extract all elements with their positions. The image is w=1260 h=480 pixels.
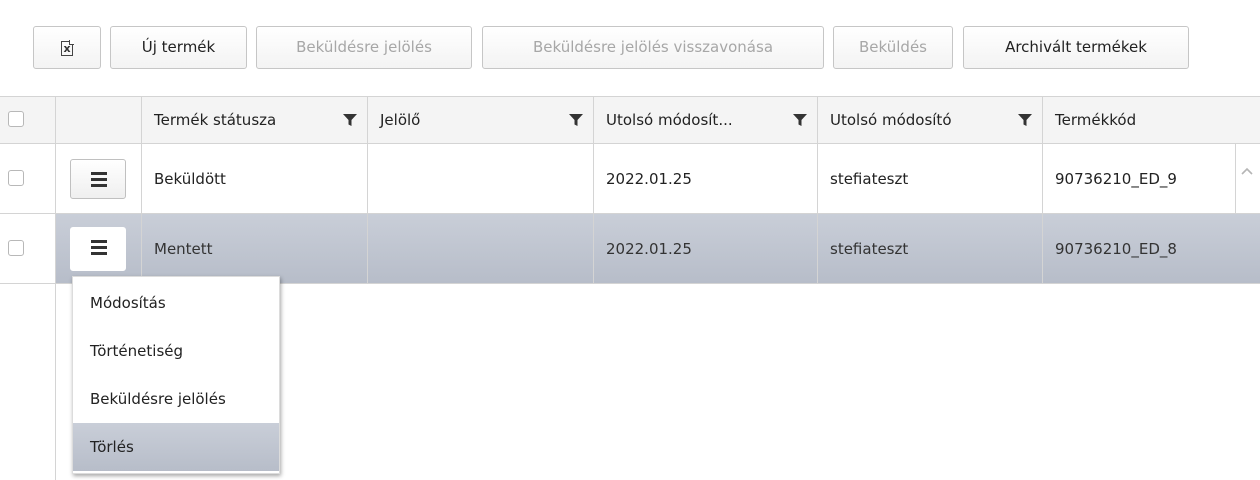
cell-last-modified: 2022.01.25: [594, 214, 818, 283]
filter-icon[interactable]: [793, 113, 807, 127]
filter-icon[interactable]: [569, 113, 583, 127]
excel-export-button[interactable]: x: [33, 26, 101, 69]
revoke-mark-for-submission-button[interactable]: Beküldésre jelölés visszavonása: [482, 26, 824, 69]
scroll-up-icon[interactable]: [1240, 164, 1254, 178]
cell-status: Beküldött: [142, 144, 368, 213]
cell-status: Mentett: [142, 214, 368, 283]
header-select-cell: [0, 97, 56, 143]
row-checkbox[interactable]: [8, 170, 24, 186]
row-actions-cell: [56, 144, 142, 213]
row-menu-button[interactable]: [70, 159, 126, 199]
row-select-cell: [0, 214, 56, 283]
submit-button[interactable]: Beküldés: [833, 26, 953, 69]
toolbar: x Új termék Beküldésre jelölés Beküldésr…: [0, 0, 1260, 96]
cell-product-code: 90736210_ED_8: [1055, 240, 1177, 258]
menu-item-delete[interactable]: Törlés: [73, 423, 279, 471]
column-header-label: Utolsó módosít...: [606, 111, 733, 129]
table-row[interactable]: Beküldött 2022.01.25 stefiateszt 9073621…: [0, 144, 1260, 214]
cell-last-modifier: stefiateszt: [818, 144, 1043, 213]
column-header-label: Jelölő: [380, 111, 421, 129]
column-header-product-code[interactable]: Termékkód: [1043, 97, 1260, 143]
column-header-label: Utolsó módosító: [830, 111, 952, 129]
grid-divider: [55, 284, 56, 480]
row-select-cell: [0, 144, 56, 213]
column-header-last-modifier[interactable]: Utolsó módosító: [818, 97, 1043, 143]
select-all-checkbox[interactable]: [8, 111, 24, 127]
menu-item-mark-for-submission[interactable]: Beküldésre jelölés: [73, 375, 279, 423]
row-menu-button[interactable]: [70, 227, 126, 271]
cell-last-modifier: stefiateszt: [818, 214, 1043, 283]
cell-marker: [368, 214, 594, 283]
column-header-marker[interactable]: Jelölő: [368, 97, 594, 143]
cell-last-modified: 2022.01.25: [594, 144, 818, 213]
column-header-status[interactable]: Termék státusza: [142, 97, 368, 143]
hamburger-icon: [91, 240, 107, 258]
excel-export-icon: x: [61, 40, 74, 56]
header-actions-cell: [56, 97, 142, 143]
row-actions-cell: [56, 214, 142, 283]
new-product-button[interactable]: Új termék: [110, 26, 247, 69]
column-header-label: Termékkód: [1055, 111, 1137, 129]
cell-product-code: 90736210_ED_9: [1043, 144, 1236, 213]
menu-item-modify[interactable]: Módosítás: [73, 279, 279, 327]
archived-products-button[interactable]: Archivált termékek: [963, 26, 1189, 69]
grid-header: Termék státusza Jelölő Utolsó módosít...…: [0, 96, 1260, 144]
mark-for-submission-button[interactable]: Beküldésre jelölés: [256, 26, 472, 69]
product-list-page: x Új termék Beküldésre jelölés Beküldésr…: [0, 0, 1260, 480]
table-row[interactable]: Mentett 2022.01.25 stefiateszt 90736210_…: [0, 214, 1260, 284]
hamburger-icon: [91, 172, 107, 190]
row-context-menu: Módosítás Történetiség Beküldésre jelölé…: [72, 276, 280, 474]
column-header-label: Termék státusza: [154, 111, 277, 129]
filter-icon[interactable]: [343, 113, 357, 127]
menu-item-history[interactable]: Történetiség: [73, 327, 279, 375]
filter-icon[interactable]: [1018, 113, 1032, 127]
cell-marker: [368, 144, 594, 213]
row-checkbox[interactable]: [8, 240, 24, 256]
column-header-last-modified[interactable]: Utolsó módosít...: [594, 97, 818, 143]
